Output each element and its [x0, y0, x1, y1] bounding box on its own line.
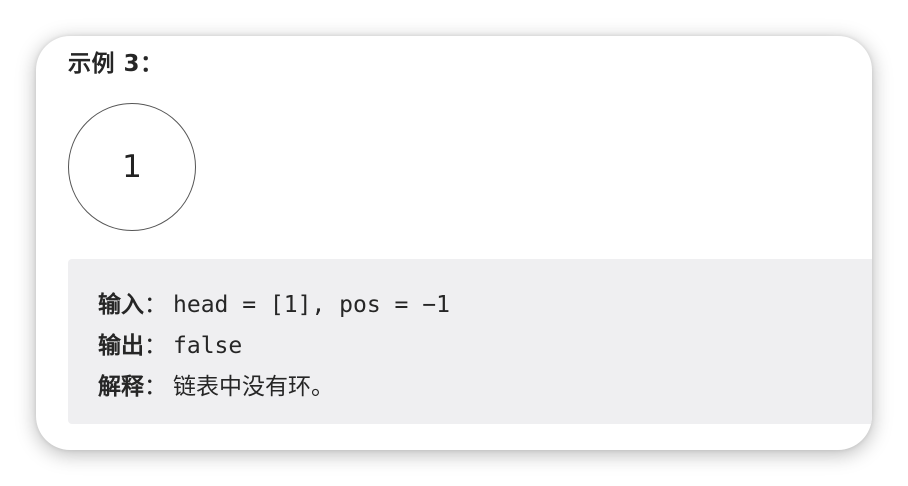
explanation-value: 链表中没有环。: [173, 374, 334, 400]
example-code-block: 输入： head = [1], pos = −1 输出： false 解释：链表中没…: [68, 259, 872, 424]
output-value: false: [173, 333, 243, 359]
explanation-label: 解释: [98, 374, 144, 400]
list-node-circle: 1: [68, 103, 196, 231]
input-label: 输入: [98, 292, 144, 318]
example-card: 示例 3： 1 输入： head = [1], pos = −1 输出： false…: [36, 36, 872, 450]
output-colon: ：: [144, 333, 167, 359]
input-line: 输入： head = [1], pos = −1: [98, 285, 450, 319]
explanation-colon: ：: [144, 374, 167, 400]
example-title: 示例 3：: [68, 51, 164, 77]
explanation-line: 解释：链表中没有环。: [98, 367, 334, 401]
output-line: 输出： false: [98, 326, 242, 360]
node-value: 1: [122, 149, 142, 185]
output-label: 输出: [98, 333, 144, 359]
input-colon: ：: [144, 292, 167, 318]
input-value: head = [1], pos = −1: [173, 292, 450, 318]
